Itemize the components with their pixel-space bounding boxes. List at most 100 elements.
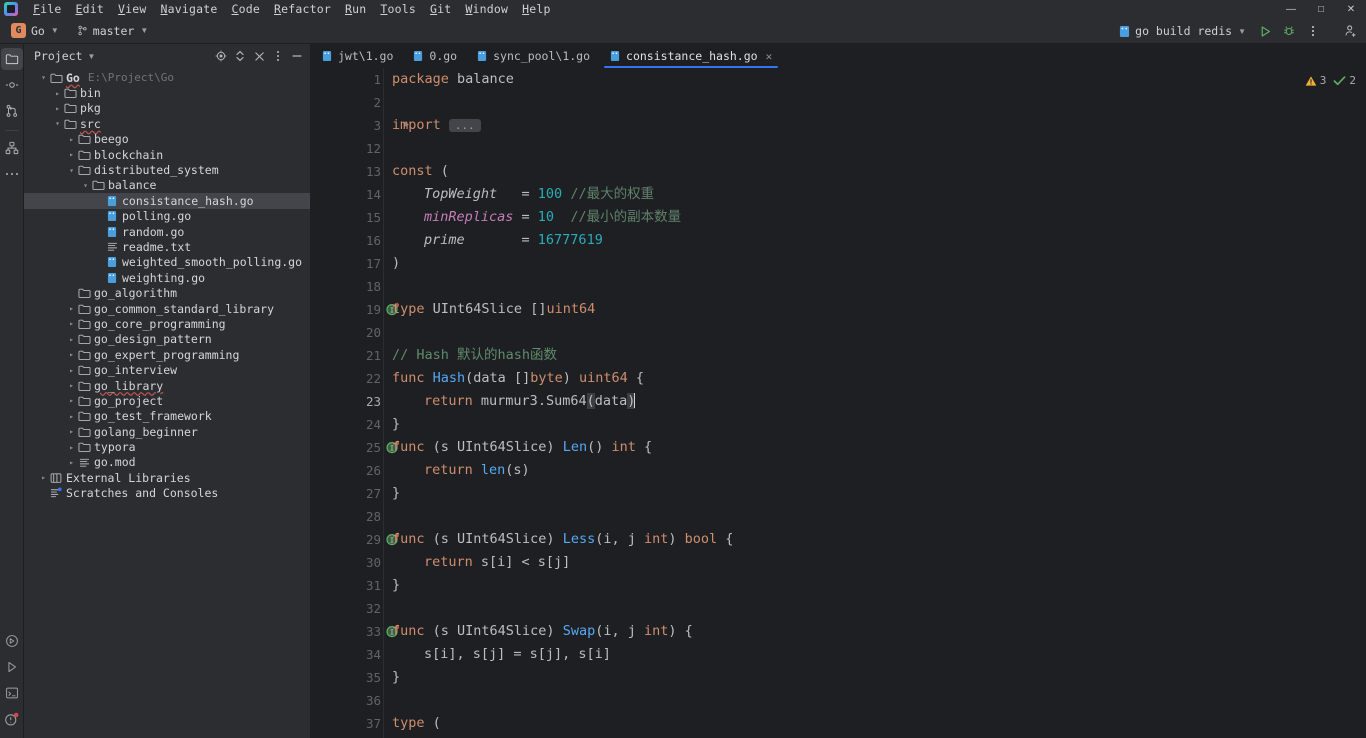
code-line[interactable]: // Hash 默认的hash函数 <box>384 344 1366 367</box>
chevron-down-icon[interactable]: ▾ <box>66 166 77 175</box>
project-tree[interactable]: ▾ Go E:\Project\Go ▸ bin ▸ pkg ▾ src ▸ beego ▸ block… <box>24 68 310 738</box>
chevron-right-icon[interactable]: ▸ <box>66 366 77 375</box>
code-line[interactable]: return len(s) <box>384 459 1366 482</box>
editor-tab[interactable]: consistance_hash.go ✕ <box>600 44 783 68</box>
menu-tools[interactable]: Tools <box>373 1 423 17</box>
code-line[interactable] <box>384 321 1366 344</box>
maximize-button[interactable]: □ <box>1306 0 1336 18</box>
gutter-line[interactable]: 13 <box>312 160 383 183</box>
gutter-line[interactable]: 12 <box>312 137 383 160</box>
gutter-line[interactable]: 34 <box>312 643 383 666</box>
tree-node[interactable]: go_algorithm <box>24 285 310 300</box>
editor-gutter[interactable]: 1 2 3 ▸ 12 13 14 15 16 17 18 19 I 20 21 22 23 24 25 I 26 27 28… <box>312 68 409 738</box>
editor-source[interactable]: package balance import ... const (TopWeigh… <box>312 68 1366 738</box>
code-line[interactable]: ) <box>384 252 1366 275</box>
code-line[interactable] <box>384 275 1366 298</box>
gutter-line[interactable]: 32 <box>312 597 383 620</box>
editor-tab[interactable]: jwt\1.go <box>312 44 403 68</box>
chevron-right-icon[interactable]: ▸ <box>38 473 49 482</box>
menu-file[interactable]: File <box>26 1 69 17</box>
tree-node[interactable]: ▸ typora <box>24 439 310 454</box>
gutter-line[interactable]: 23 <box>312 390 383 413</box>
gutter-line[interactable]: 31 <box>312 574 383 597</box>
chevron-right-icon[interactable]: ▸ <box>66 304 77 313</box>
menu-navigate[interactable]: Navigate <box>154 1 225 17</box>
project-selector[interactable]: G Go ▼ <box>6 21 64 40</box>
account-button[interactable] <box>1340 20 1362 42</box>
rail-project-button[interactable] <box>0 48 23 70</box>
rail-structure-button[interactable] <box>1 137 23 159</box>
scroll-from-source-button[interactable] <box>212 47 230 65</box>
code-line[interactable]: s[i], s[j] = s[j], s[i] <box>384 643 1366 666</box>
rail-more-tools-button[interactable] <box>1 163 23 185</box>
menu-window[interactable]: Window <box>458 1 515 17</box>
tree-node[interactable]: ▾ distributed_system <box>24 162 310 177</box>
tree-node[interactable]: polling.go <box>24 209 310 224</box>
code-editor[interactable]: 3 2 1 2 3 ▸ 12 13 14 15 16 17 18 19 I 20 21 22 23 24 25 I 26… <box>312 68 1366 738</box>
menu-git[interactable]: Git <box>423 1 458 17</box>
tree-node[interactable]: ▸ bin <box>24 85 310 100</box>
code-line[interactable] <box>384 91 1366 114</box>
code-line[interactable] <box>384 137 1366 160</box>
tree-node[interactable]: Scratches and Consoles <box>24 486 310 501</box>
close-button[interactable]: ✕ <box>1336 0 1366 18</box>
chevron-right-icon[interactable]: ▸ <box>66 135 77 144</box>
gutter-line[interactable]: 15 <box>312 206 383 229</box>
tree-node[interactable]: ▸ go.mod <box>24 455 310 470</box>
menu-view[interactable]: View <box>111 1 154 17</box>
gutter-line[interactable]: 14 <box>312 183 383 206</box>
chevron-right-icon[interactable]: ▸ <box>66 381 77 390</box>
code-line[interactable]: TopWeight = 100 //最大的权重 <box>384 183 1366 206</box>
code-line[interactable]: } <box>384 413 1366 436</box>
tree-node[interactable]: weighted_smooth_polling.go <box>24 255 310 270</box>
code-line[interactable]: const ( <box>384 160 1366 183</box>
inspection-widget[interactable]: 3 2 <box>1305 74 1356 87</box>
expand-collapse-button[interactable] <box>231 47 249 65</box>
chevron-down-icon[interactable]: ▾ <box>52 119 63 128</box>
gutter-line[interactable]: 30 <box>312 551 383 574</box>
rail-run-button[interactable] <box>1 656 23 678</box>
menu-help[interactable]: Help <box>515 1 558 17</box>
code-line[interactable]: minReplicas = 10 //最小的副本数量 <box>384 206 1366 229</box>
tree-node[interactable]: ▸ go_test_framework <box>24 409 310 424</box>
tree-node[interactable]: ▸ go_design_pattern <box>24 332 310 347</box>
rail-problems-button[interactable] <box>1 708 23 730</box>
tree-node[interactable]: ▾ Go E:\Project\Go <box>24 70 310 85</box>
gutter-line[interactable]: 18 <box>312 275 383 298</box>
tree-node[interactable]: ▾ src <box>24 116 310 131</box>
tree-node[interactable]: ▸ golang_beginner <box>24 424 310 439</box>
gutter-line[interactable]: 1 <box>312 68 383 91</box>
gutter-line[interactable]: 37 <box>312 712 383 735</box>
run-button[interactable] <box>1254 20 1276 42</box>
code-line[interactable]: func Hash(data []byte) uint64 { <box>384 367 1366 390</box>
tree-node[interactable]: readme.txt <box>24 239 310 254</box>
gutter-line[interactable]: 29 I <box>312 528 400 551</box>
chevron-right-icon[interactable]: ▸ <box>66 350 77 359</box>
code-line[interactable] <box>384 597 1366 620</box>
gutter-line[interactable]: 35 <box>312 666 383 689</box>
tree-node[interactable]: ▸ go_common_standard_library <box>24 301 310 316</box>
gutter-line[interactable]: 21 <box>312 344 383 367</box>
tree-node[interactable]: ▸ go_expert_programming <box>24 347 310 362</box>
code-line[interactable]: return s[i] < s[j] <box>384 551 1366 574</box>
gutter-line[interactable]: 27 <box>312 482 383 505</box>
chevron-down-icon[interactable]: ▼ <box>87 52 95 61</box>
chevron-right-icon[interactable]: ▸ <box>66 412 77 421</box>
chevron-right-icon[interactable]: ▸ <box>66 150 77 159</box>
editor-tab[interactable]: sync_pool\1.go <box>467 44 600 68</box>
rail-pull-requests-button[interactable] <box>1 100 23 122</box>
tree-node[interactable]: ▸ go_core_programming <box>24 316 310 331</box>
rail-terminal-button[interactable] <box>1 630 23 652</box>
tree-node[interactable]: ▸ External Libraries <box>24 470 310 485</box>
minimize-button[interactable]: — <box>1276 0 1306 18</box>
rail-services-button[interactable] <box>1 682 23 704</box>
gutter-line[interactable]: 22 <box>312 367 383 390</box>
gutter-line[interactable]: 3 ▸ <box>312 114 409 137</box>
chevron-right-icon[interactable]: ▸ <box>52 104 63 113</box>
run-configuration-selector[interactable]: go build redis ▼ <box>1113 22 1252 40</box>
code-line[interactable]: prime = 16777619 <box>384 229 1366 252</box>
tree-node-selected[interactable]: consistance_hash.go <box>24 193 310 209</box>
code-line[interactable]: } <box>384 482 1366 505</box>
tree-node[interactable]: ▸ go_library <box>24 378 310 393</box>
code-line[interactable]: func (s UInt64Slice) Len() int { <box>384 436 1366 459</box>
